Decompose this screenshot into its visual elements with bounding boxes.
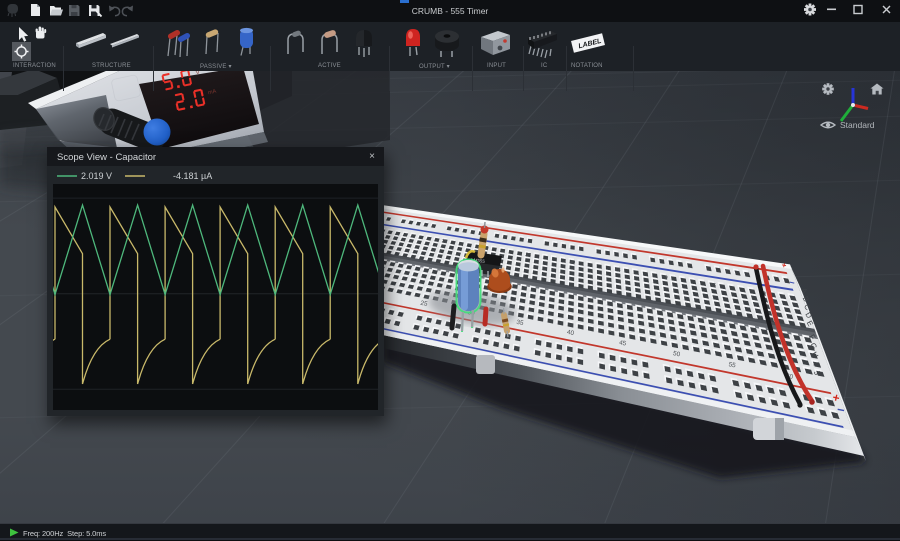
svg-text:45: 45 [614, 267, 621, 274]
svg-text:50: 50 [661, 274, 668, 281]
svg-text:25: 25 [441, 238, 448, 245]
svg-text:55: 55 [710, 282, 717, 289]
svg-text:40: 40 [569, 259, 576, 266]
svg-text:Standard: Standard [840, 120, 875, 130]
svg-text:35: 35 [525, 252, 532, 259]
